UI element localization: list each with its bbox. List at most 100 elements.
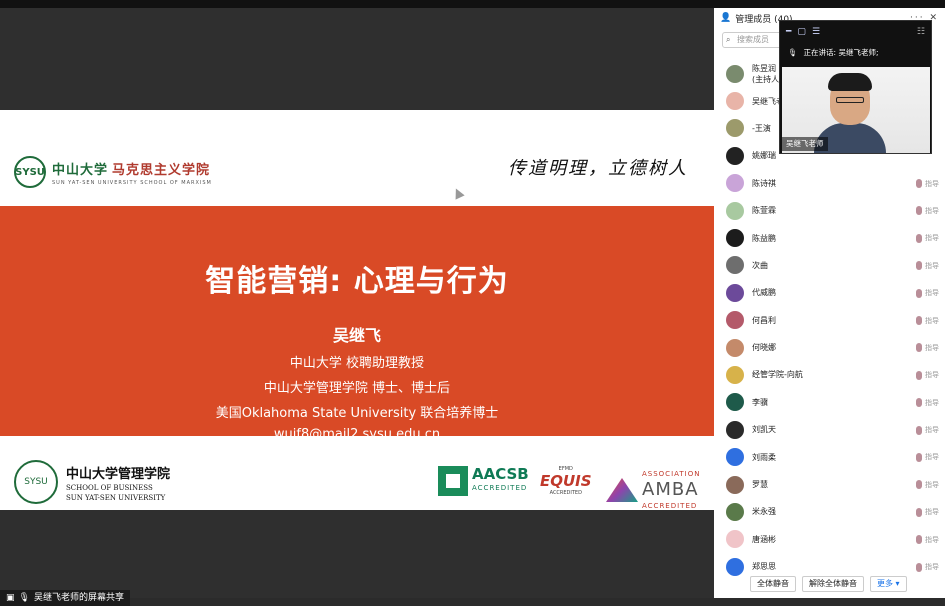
mic-icon (916, 261, 922, 271)
sysu-logo: SYSU 中山大学 马克思主义学院 SUN YAT-SEN UNIVERSITY … (14, 156, 212, 188)
member-name: 代威鹏 (752, 288, 776, 298)
member-mic-status[interactable]: 指导 (916, 288, 939, 298)
mic-icon (916, 425, 922, 435)
minimize-icon[interactable]: ━ (786, 27, 791, 37)
business-school-en: SCHOOL OF BUSINESS (66, 483, 153, 492)
speaking-indicator: 🎙 正在讲话: 吴继飞老师; (780, 43, 931, 61)
mic-label: 指导 (925, 426, 939, 435)
member-name: 经管学院-向航 (752, 370, 803, 380)
mic-label: 指导 (925, 508, 939, 517)
avatar (726, 311, 744, 330)
member-row[interactable]: 刘凯天 指导 (714, 416, 945, 443)
mic-icon (916, 480, 922, 490)
member-row[interactable]: 唐涵彬 指导 (714, 526, 945, 553)
presenter-line: 中山大学 校聘助理教授 (289, 356, 425, 371)
aacsb-icon (438, 466, 468, 496)
mic-icon (916, 316, 922, 326)
share-label-text: 吴继飞老师的屏幕共享 (33, 593, 124, 603)
member-row[interactable]: 陈萱霖 指导 (714, 197, 945, 224)
list-icon[interactable]: ☰ (812, 27, 820, 37)
mic-label: 指导 (925, 343, 939, 352)
mic-icon (916, 179, 922, 189)
member-name: 唐涵彬 (752, 534, 776, 544)
screen-share-label[interactable]: ▣ 🎙 吴继飞老师的屏幕共享 (0, 590, 130, 606)
layout-icon[interactable]: ☷ (917, 27, 925, 37)
speaker-video-window[interactable]: ━ ▢ ☰ ☷ 🎙 正在讲话: 吴继飞老师; 吴继飞老师 (779, 20, 932, 154)
member-name: 陈诗祺 (752, 178, 776, 188)
avatar (726, 92, 744, 111)
member-mic-status[interactable]: 指导 (916, 233, 939, 243)
mic-icon (916, 233, 922, 243)
avatar (726, 448, 744, 467)
avatar (726, 174, 744, 193)
member-name: 何晓娜 (752, 343, 776, 353)
search-icon: ⌕ (726, 35, 731, 44)
more-button[interactable]: 更多 ▾ (870, 576, 907, 592)
member-search-input[interactable]: ⌕ 搜索成员 (722, 32, 786, 48)
mic-icon: 🎙 (788, 47, 798, 57)
avatar (726, 283, 744, 302)
unmute-all-button[interactable]: 解除全体静音 (802, 576, 864, 592)
equis-logo: EFMD EQUIS ACCREDITED (540, 466, 592, 496)
member-mic-status[interactable]: 指导 (916, 316, 939, 326)
presenter-line: 美国Oklahoma State University 联合培养博士 (215, 406, 499, 421)
mic-icon (916, 535, 922, 545)
member-row[interactable]: 刘雨柔 指导 (714, 443, 945, 470)
member-row[interactable]: 陈诗祺 指导 (714, 170, 945, 197)
member-mic-status[interactable]: 指导 (916, 343, 939, 353)
school-sub-name: 马克思主义学院 (112, 162, 211, 178)
member-row[interactable]: 代威鹏 指导 (714, 279, 945, 306)
business-school-name: 中山大学管理学院 (66, 466, 171, 482)
slide-header: SYSU 中山大学 马克思主义学院 SUN YAT-SEN UNIVERSITY … (0, 110, 714, 206)
member-name: 何昌利 (752, 315, 776, 325)
member-mic-status[interactable]: 指导 (916, 206, 939, 216)
member-row[interactable]: 米永强 指导 (714, 498, 945, 525)
member-name: 李骥 (752, 397, 768, 407)
member-name: 陈萱霖 (752, 206, 776, 216)
member-row[interactable]: 次曲 指导 (714, 252, 945, 279)
avatar (726, 256, 744, 275)
member-row[interactable]: 陈益鹏 指导 (714, 224, 945, 251)
top-bar (0, 0, 945, 8)
member-row[interactable]: 罗慧 指导 (714, 471, 945, 498)
screen-share-area: SYSU 中山大学 马克思主义学院 SUN YAT-SEN UNIVERSITY … (0, 8, 714, 606)
member-mic-status[interactable]: 指导 (916, 179, 939, 189)
member-row[interactable]: 何昌利 指导 (714, 307, 945, 334)
mic-icon (916, 206, 922, 216)
mic-icon (916, 507, 922, 517)
member-mic-status[interactable]: 指导 (916, 370, 939, 380)
mic-label: 指导 (925, 316, 939, 325)
amba-icon (606, 478, 638, 502)
member-row[interactable]: 经管学院-向航 指导 (714, 361, 945, 388)
member-mic-status[interactable]: 指导 (916, 480, 939, 490)
member-name: 米永强 (752, 507, 776, 517)
member-name: 刘凯天 (752, 425, 776, 435)
mic-label: 指导 (925, 480, 939, 489)
avatar (726, 119, 744, 138)
school-name: 中山大学 (52, 162, 109, 178)
avatar (726, 393, 744, 412)
members-panel-footer: 全体静音 解除全体静音 更多 ▾ (714, 570, 945, 598)
member-row[interactable]: 何晓娜 指导 (714, 334, 945, 361)
member-mic-status[interactable]: 指导 (916, 452, 939, 462)
mic-label: 指导 (925, 535, 939, 544)
slide-footer: SYSU 中山大学管理学院 SCHOOL OF BUSINESS SUN YAT… (0, 436, 714, 510)
person-icon: 👤 (720, 13, 732, 23)
speaker-name-label: 吴继飞老师 (782, 137, 828, 151)
mic-label: 指导 (925, 234, 939, 243)
member-mic-status[interactable]: 指导 (916, 425, 939, 435)
mute-all-button[interactable]: 全体静音 (750, 576, 796, 592)
avatar (726, 530, 744, 549)
member-mic-status[interactable]: 指导 (916, 507, 939, 517)
speaking-text: 正在讲话: 吴继飞老师; (803, 47, 879, 57)
mic-icon (916, 343, 922, 353)
window-icon[interactable]: ▢ (797, 27, 806, 37)
mic-label: 指导 (925, 289, 939, 298)
member-row[interactable]: 李骥 指导 (714, 389, 945, 416)
member-mic-status[interactable]: 指导 (916, 535, 939, 545)
member-mic-status[interactable]: 指导 (916, 398, 939, 408)
business-school-logo: SYSU 中山大学管理学院 SCHOOL OF BUSINESS SUN YAT… (14, 460, 170, 504)
avatar (726, 146, 744, 165)
member-mic-status[interactable]: 指导 (916, 261, 939, 271)
screen-icon: ▣ (6, 593, 15, 603)
